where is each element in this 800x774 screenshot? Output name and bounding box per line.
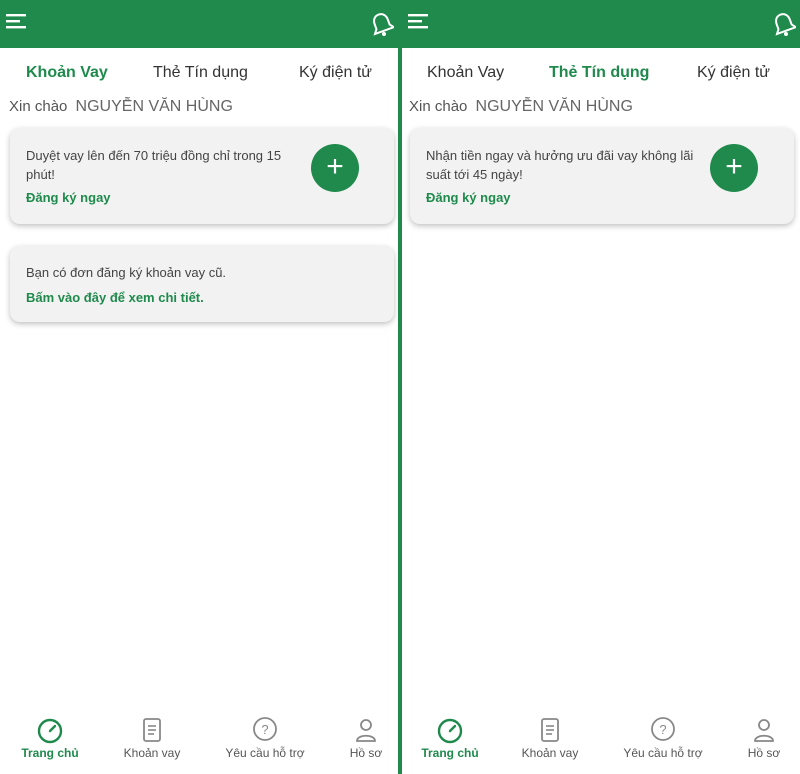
nav-profile[interactable]: Hồ sơ <box>316 708 398 774</box>
tab-loans[interactable]: Khoản Vay <box>427 64 504 82</box>
nav-support[interactable]: ? Yêu cầu hỗ trợ <box>613 708 713 774</box>
register-now-link[interactable]: Đăng ký ngay <box>426 190 511 205</box>
app-screens: Khoản Vay Thẻ Tín dụng Ký điện tử Xin ch… <box>0 0 800 774</box>
nav-profile-label: Hồ sơ <box>747 746 781 760</box>
bottom-nav: Trang chủ Khoản vay ? Yêu cầu hỗ trợ Hồ … <box>0 708 398 774</box>
nav-support[interactable]: ? Yêu cầu hỗ trợ <box>215 708 315 774</box>
nav-home-label: Trang chủ <box>21 746 79 760</box>
menu-icon[interactable] <box>6 12 30 34</box>
top-bar <box>0 0 398 48</box>
nav-support-label: Yêu cầu hỗ trợ <box>225 746 305 760</box>
bottom-nav: Trang chủ Khoản vay ? Yêu cầu hỗ trợ Hồ … <box>402 708 800 774</box>
old-application-text: Bạn có đơn đăng ký khoản vay cũ. <box>26 265 227 280</box>
nav-loans[interactable]: Khoản vay <box>102 708 202 774</box>
credit-card-offer-card: Nhận tiền ngay và hưởng ưu đãi vay không… <box>410 128 794 224</box>
screen-loans: Khoản Vay Thẻ Tín dụng Ký điện tử Xin ch… <box>0 0 398 774</box>
screen-credit-card: Khoản Vay Thẻ Tín dụng Ký điện tử Xin ch… <box>402 0 800 774</box>
old-application-card[interactable]: Bạn có đơn đăng ký khoản vay cũ. Bấm vào… <box>10 246 394 322</box>
speedometer-icon <box>37 718 63 744</box>
svg-text:?: ? <box>261 722 268 737</box>
top-bar <box>402 0 800 48</box>
tab-credit-card[interactable]: Thẻ Tín dụng <box>153 64 248 82</box>
user-icon <box>356 719 376 742</box>
bell-icon[interactable] <box>772 11 796 37</box>
nav-profile-label: Hồ sơ <box>349 746 383 760</box>
nav-loans[interactable]: Khoản vay <box>500 708 600 774</box>
document-icon <box>541 718 559 742</box>
user-name: NGUYỄN VĂN HÙNG <box>475 98 633 115</box>
greeting-prefix: Xin chào <box>409 98 468 115</box>
menu-icon[interactable] <box>408 12 432 34</box>
loan-offer-text: Duyệt vay lên đến 70 triệu đồng chỉ tron… <box>26 148 282 182</box>
nav-profile[interactable]: Hồ sơ <box>714 708 800 774</box>
nav-loans-label: Khoản vay <box>123 746 181 760</box>
nav-support-label: Yêu cầu hỗ trợ <box>623 746 703 760</box>
tab-bar: Khoản Vay Thẻ Tín dụng Ký điện tử <box>402 48 800 96</box>
tab-loans[interactable]: Khoản Vay <box>26 64 108 82</box>
tab-e-sign[interactable]: Ký điện tử <box>697 64 770 82</box>
greeting: Xin chào NGUYỄN VĂN HÙNG <box>409 98 633 116</box>
loan-offer-card: Duyệt vay lên đến 70 triệu đồng chỉ tron… <box>10 128 394 224</box>
nav-home[interactable]: Trang chủ <box>0 708 100 774</box>
help-icon: ? <box>651 717 675 741</box>
speedometer-icon <box>437 718 463 744</box>
nav-home[interactable]: Trang chủ <box>402 708 500 774</box>
greeting: Xin chào NGUYỄN VĂN HÙNG <box>9 98 233 116</box>
add-button[interactable]: + <box>311 144 359 192</box>
bell-icon[interactable] <box>370 11 394 37</box>
view-details-link[interactable]: Bấm vào đây để xem chi tiết. <box>26 290 204 305</box>
user-name: NGUYỄN VĂN HÙNG <box>75 98 233 115</box>
credit-card-offer-text: Nhận tiền ngay và hưởng ưu đãi vay không… <box>426 148 694 182</box>
user-icon <box>754 719 774 742</box>
help-icon: ? <box>253 717 277 741</box>
greeting-prefix: Xin chào <box>9 98 68 115</box>
nav-home-label: Trang chủ <box>421 746 479 760</box>
tab-e-sign[interactable]: Ký điện tử <box>299 64 372 82</box>
tab-credit-card[interactable]: Thẻ Tín dụng <box>549 64 649 82</box>
svg-text:?: ? <box>659 722 666 737</box>
document-icon <box>143 718 161 742</box>
nav-loans-label: Khoản vay <box>521 746 579 760</box>
tab-bar: Khoản Vay Thẻ Tín dụng Ký điện tử <box>0 48 398 96</box>
register-now-link[interactable]: Đăng ký ngay <box>26 190 111 205</box>
add-button[interactable]: + <box>710 144 758 192</box>
